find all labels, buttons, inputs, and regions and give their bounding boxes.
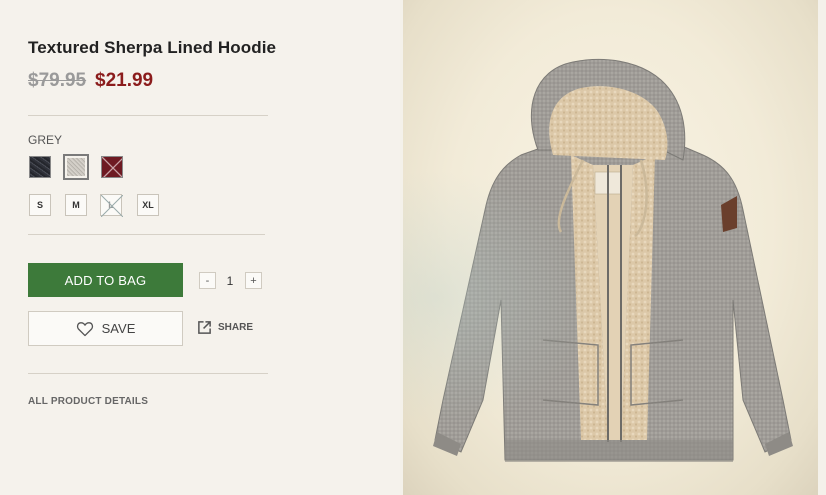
save-button[interactable]: SAVE [28,311,183,346]
selected-color-label: GREY [28,133,63,147]
quantity-value: 1 [226,274,234,288]
divider [28,115,268,116]
product-title: Textured Sherpa Lined Hoodie [28,38,277,57]
unavailable-cross-icon [102,157,122,177]
size-label: S [36,200,43,210]
original-price: $79.95 [28,70,87,91]
share-label: SHARE [218,322,254,333]
color-swatch-grey[interactable] [63,154,89,180]
quantity-decrease-button[interactable]: - [199,272,216,289]
size-option-xl[interactable]: XL [137,194,159,216]
size-label: M [72,200,80,210]
size-option-s[interactable]: S [29,194,51,216]
size-option-m[interactable]: M [65,194,87,216]
save-label: SAVE [101,321,136,336]
add-to-bag-button[interactable]: ADD TO BAG [28,263,183,297]
divider [28,373,268,374]
sale-price: $21.99 [95,70,154,91]
product-image [403,0,818,495]
share-button[interactable]: SHARE [197,320,253,335]
product-info-panel: Textured Sherpa Lined Hoodie $79.95 $21.… [0,0,400,495]
color-swatch-charcoal[interactable] [29,156,51,178]
unavailable-cross-icon [101,195,123,217]
share-icon [198,321,211,334]
quantity-increase-button[interactable]: + [245,272,262,289]
size-option-l[interactable]: L [100,194,123,217]
divider [28,234,265,235]
hoodie-product-photo [433,58,793,462]
page-edge [818,0,826,495]
color-swatch-burgundy[interactable] [101,156,123,178]
all-product-details-link[interactable]: ALL PRODUCT DETAILS [28,396,148,407]
heart-icon [76,321,93,336]
size-label: XL [142,200,154,210]
